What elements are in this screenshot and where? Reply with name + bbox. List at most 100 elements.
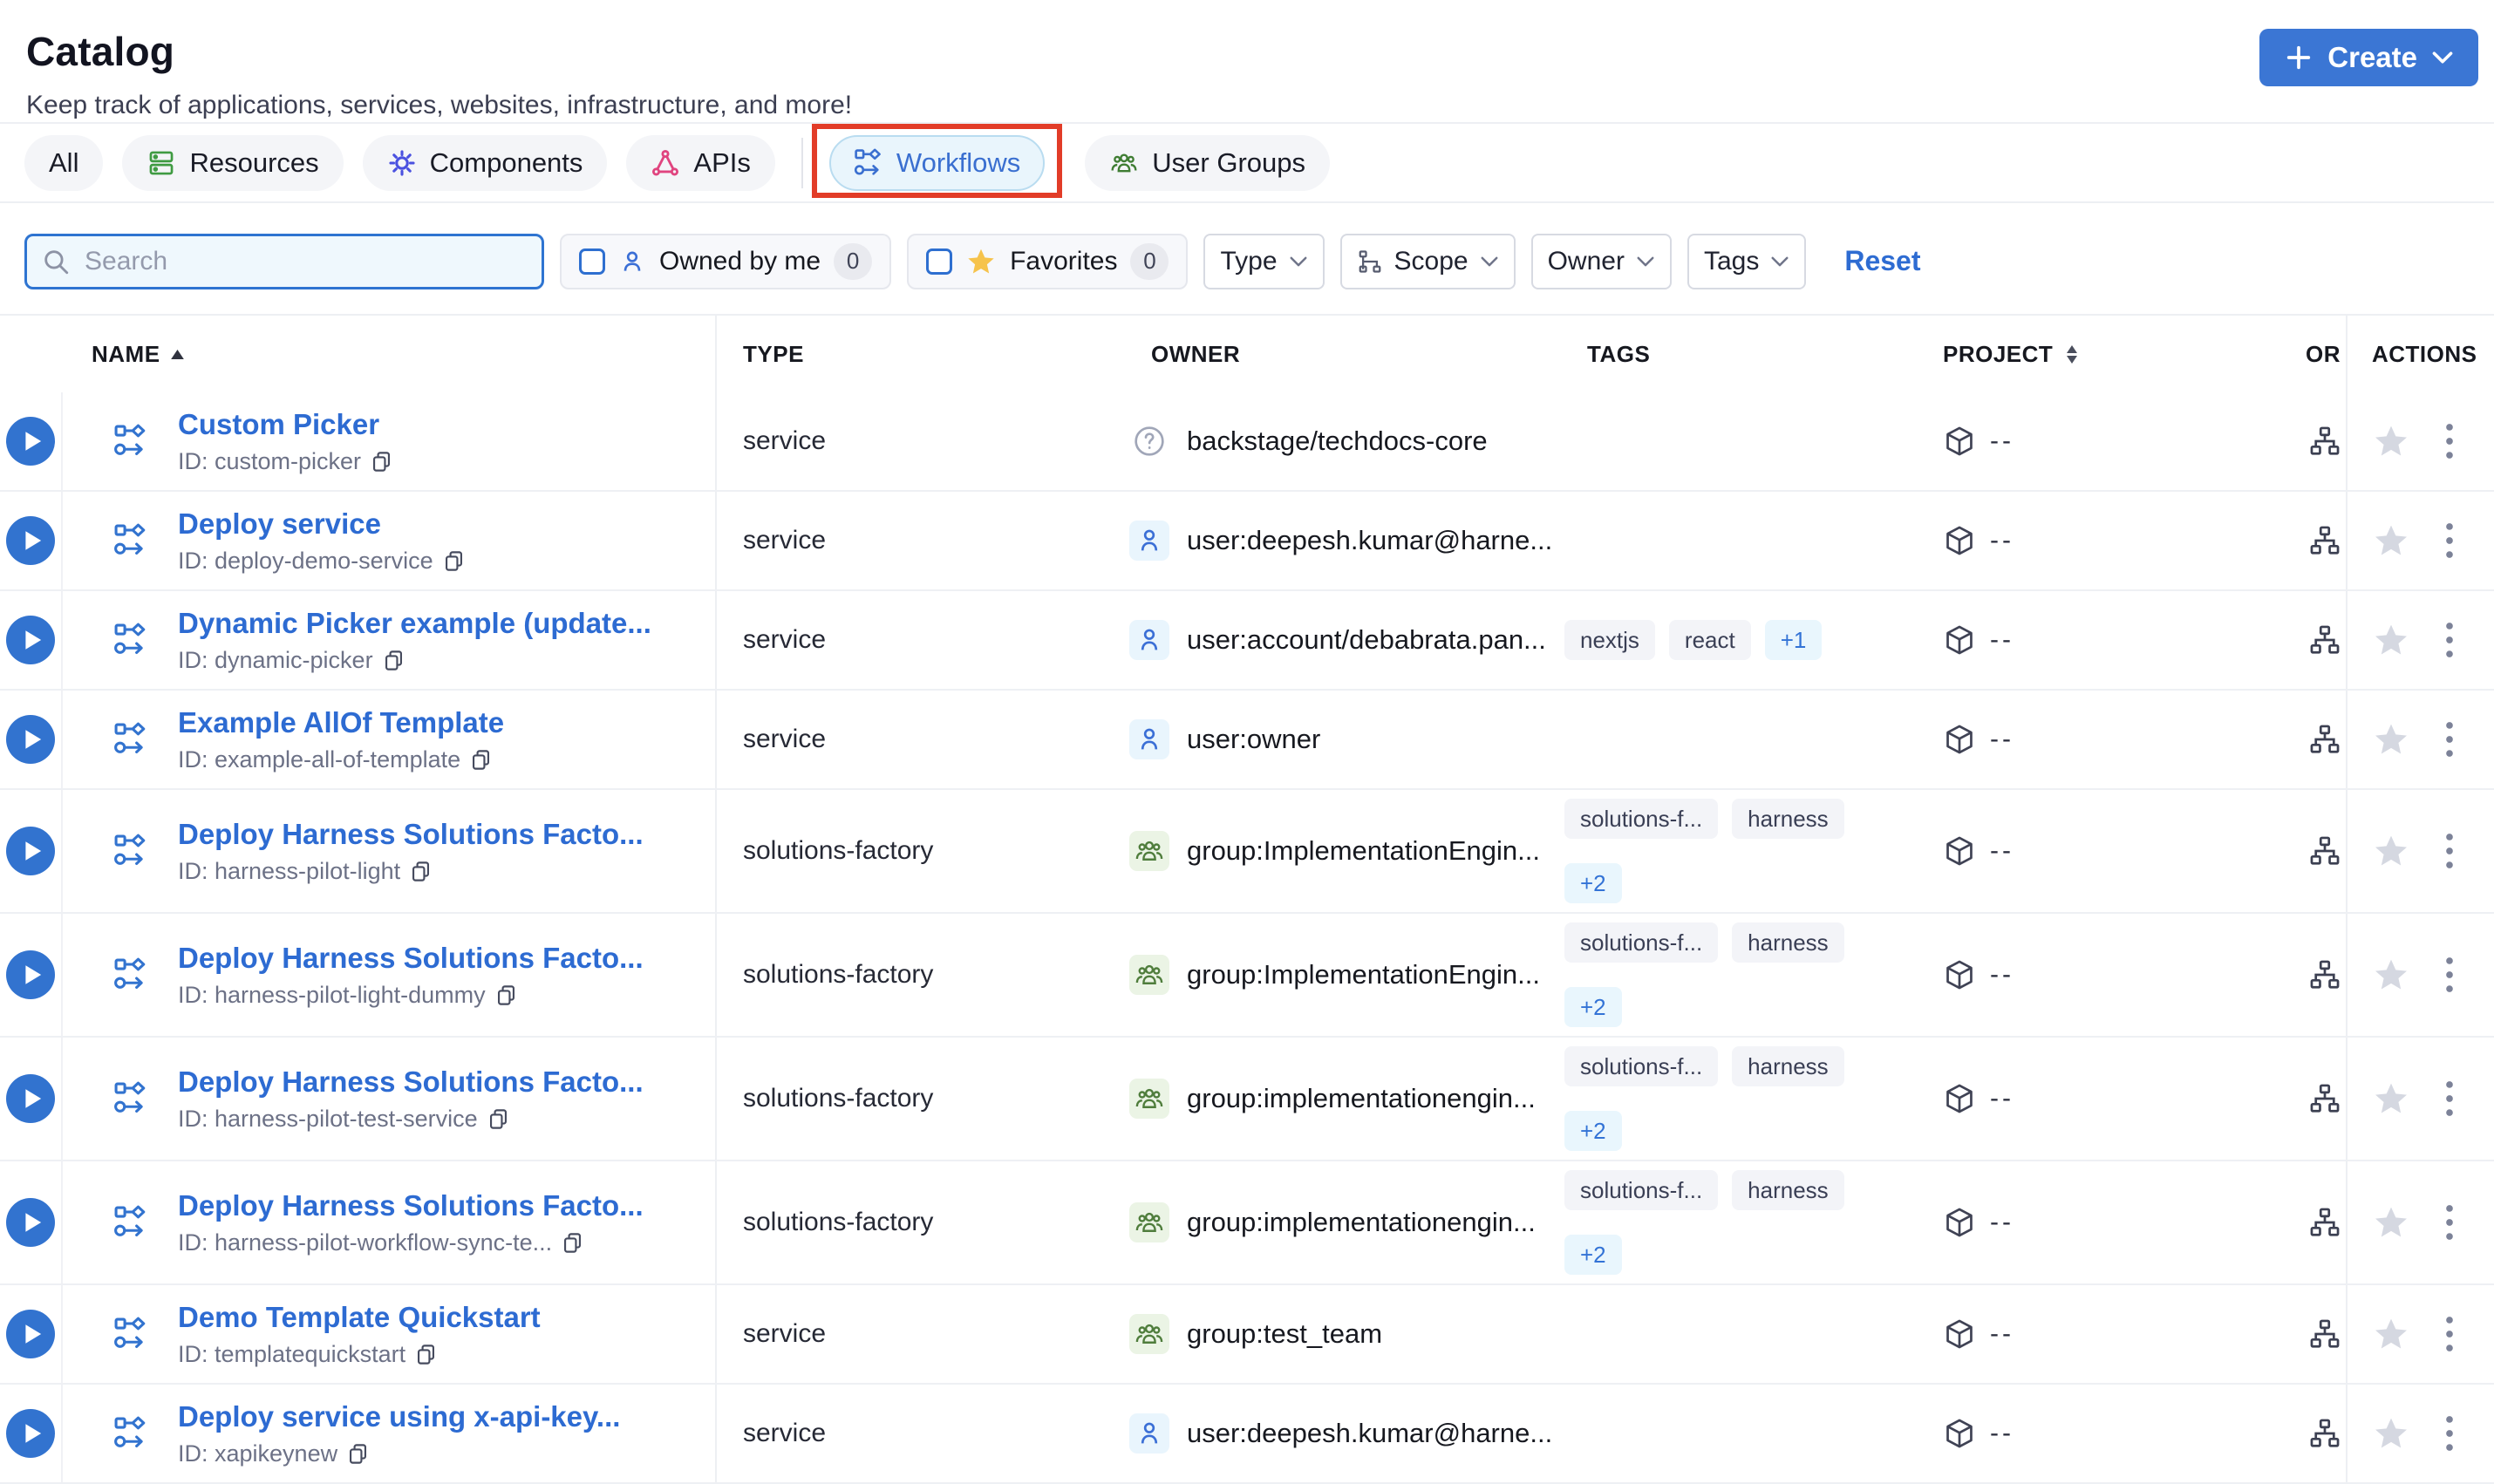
row-menu-icon[interactable]	[2445, 833, 2454, 869]
favorite-star-icon[interactable]	[2372, 720, 2410, 759]
org-hierarchy-icon[interactable]	[2308, 1317, 2341, 1351]
column-header-name[interactable]: NAME	[63, 316, 715, 392]
tab-workflows[interactable]: Workflows	[828, 134, 1046, 191]
workflow-name-link[interactable]: Deploy service	[178, 507, 466, 541]
row-menu-icon[interactable]	[2445, 1080, 2454, 1117]
column-header-project[interactable]: PROJECT	[1932, 316, 2302, 392]
owner-icon	[1129, 1202, 1169, 1242]
org-hierarchy-icon[interactable]	[2308, 1206, 2341, 1239]
type-value: solutions-factory	[743, 960, 934, 989]
workflow-name-link[interactable]: Deploy Harness Solutions Facto...	[178, 817, 644, 852]
copy-id-icon[interactable]	[414, 1343, 438, 1366]
scope-dropdown[interactable]: Scope	[1339, 233, 1516, 289]
org-hierarchy-icon[interactable]	[2308, 834, 2341, 868]
chevron-down-icon	[1289, 255, 1308, 268]
tags-dropdown[interactable]: Tags	[1687, 233, 1807, 289]
tag-more-pill[interactable]: +2	[1564, 1235, 1622, 1275]
copy-id-icon[interactable]	[409, 860, 433, 883]
tab-user-groups[interactable]: User Groups	[1085, 134, 1331, 191]
run-workflow-button[interactable]	[6, 1310, 55, 1358]
run-workflow-button[interactable]	[6, 950, 55, 999]
tag-pill: harness	[1732, 1170, 1844, 1210]
copy-id-icon[interactable]	[487, 1107, 510, 1131]
chevron-down-icon	[2431, 51, 2454, 65]
create-button-label: Create	[2327, 41, 2417, 73]
favorite-star-icon[interactable]	[2372, 1203, 2410, 1242]
owned-by-me-filter[interactable]: Owned by me 0	[560, 233, 892, 289]
workflow-name-link[interactable]: Demo Template Quickstart	[178, 1300, 541, 1335]
star-icon	[965, 246, 997, 277]
type-dropdown[interactable]: Type	[1203, 233, 1325, 289]
workflow-name-link[interactable]: Example AllOf Template	[178, 705, 504, 740]
org-hierarchy-icon[interactable]	[2308, 1417, 2341, 1450]
favorites-filter[interactable]: Favorites 0	[907, 233, 1189, 289]
owner-dropdown[interactable]: Owner	[1530, 233, 1672, 289]
owned-by-me-checkbox[interactable]	[579, 248, 605, 275]
search-box[interactable]	[24, 233, 544, 289]
tab-apis[interactable]: APIs	[626, 134, 775, 191]
copy-id-icon[interactable]	[346, 1442, 370, 1466]
row-menu-icon[interactable]	[2445, 1316, 2454, 1352]
row-menu-icon[interactable]	[2445, 721, 2454, 758]
org-hierarchy-icon[interactable]	[2308, 1082, 2341, 1115]
owner-value: backstage/techdocs-core	[1187, 425, 1488, 456]
copy-id-icon[interactable]	[561, 1231, 584, 1255]
copy-id-icon[interactable]	[382, 649, 405, 672]
type-value: service	[743, 625, 827, 654]
row-menu-icon[interactable]	[2445, 622, 2454, 658]
run-workflow-button[interactable]	[6, 417, 55, 466]
create-button[interactable]: Create	[2259, 29, 2478, 86]
run-workflow-button[interactable]	[6, 1074, 55, 1123]
copy-id-icon[interactable]	[442, 549, 466, 573]
favorite-star-icon[interactable]	[2372, 956, 2410, 994]
copy-id-icon[interactable]	[494, 984, 518, 1007]
workflow-name-link[interactable]: Dynamic Picker example (update...	[178, 606, 651, 641]
row-menu-icon[interactable]	[2445, 956, 2454, 993]
run-workflow-button[interactable]	[6, 1198, 55, 1247]
tab-all-label: All	[49, 146, 79, 178]
org-hierarchy-icon[interactable]	[2308, 524, 2341, 557]
org-hierarchy-icon[interactable]	[2308, 958, 2341, 991]
project-cube-icon	[1943, 834, 1976, 868]
user-groups-icon	[1109, 148, 1139, 178]
owner-icon	[1129, 421, 1169, 461]
owner-icon	[1129, 620, 1169, 660]
favorites-checkbox[interactable]	[926, 248, 953, 275]
copy-id-icon[interactable]	[370, 450, 393, 473]
run-workflow-button[interactable]	[6, 616, 55, 664]
org-hierarchy-icon[interactable]	[2308, 723, 2341, 756]
row-menu-icon[interactable]	[2445, 1415, 2454, 1452]
row-menu-icon[interactable]	[2445, 522, 2454, 559]
favorite-star-icon[interactable]	[2372, 832, 2410, 870]
tag-more-pill[interactable]: +2	[1564, 863, 1622, 903]
favorite-star-icon[interactable]	[2372, 1414, 2410, 1453]
favorite-star-icon[interactable]	[2372, 422, 2410, 460]
workflow-name-link[interactable]: Deploy service using x-api-key...	[178, 1399, 620, 1434]
tab-all[interactable]: All	[24, 134, 104, 191]
tab-resources[interactable]: Resources	[122, 134, 344, 191]
workflow-name-link[interactable]: Custom Picker	[178, 407, 393, 442]
tag-more-pill[interactable]: +2	[1564, 1111, 1622, 1151]
tab-components[interactable]: Components	[362, 134, 608, 191]
run-workflow-button[interactable]	[6, 715, 55, 764]
run-workflow-button[interactable]	[6, 1409, 55, 1458]
tag-more-pill[interactable]: +2	[1564, 987, 1622, 1027]
org-hierarchy-icon[interactable]	[2308, 425, 2341, 458]
workflow-name-link[interactable]: Deploy Harness Solutions Facto...	[178, 1065, 644, 1099]
run-workflow-button[interactable]	[6, 827, 55, 875]
workflow-name-link[interactable]: Deploy Harness Solutions Facto...	[178, 1188, 644, 1223]
favorite-star-icon[interactable]	[2372, 1079, 2410, 1118]
favorite-star-icon[interactable]	[2372, 1315, 2410, 1353]
workflow-name-link[interactable]: Deploy Harness Solutions Facto...	[178, 941, 644, 976]
reset-filters-button[interactable]: Reset	[1844, 245, 1920, 277]
run-workflow-button[interactable]	[6, 516, 55, 565]
favorite-star-icon[interactable]	[2372, 521, 2410, 560]
tag-more-pill[interactable]: +1	[1764, 620, 1823, 660]
org-hierarchy-icon[interactable]	[2308, 623, 2341, 657]
favorite-star-icon[interactable]	[2372, 621, 2410, 659]
workflow-icon	[113, 623, 148, 657]
copy-id-icon[interactable]	[469, 748, 493, 772]
row-menu-icon[interactable]	[2445, 423, 2454, 459]
search-input[interactable]	[83, 245, 528, 277]
row-menu-icon[interactable]	[2445, 1204, 2454, 1241]
